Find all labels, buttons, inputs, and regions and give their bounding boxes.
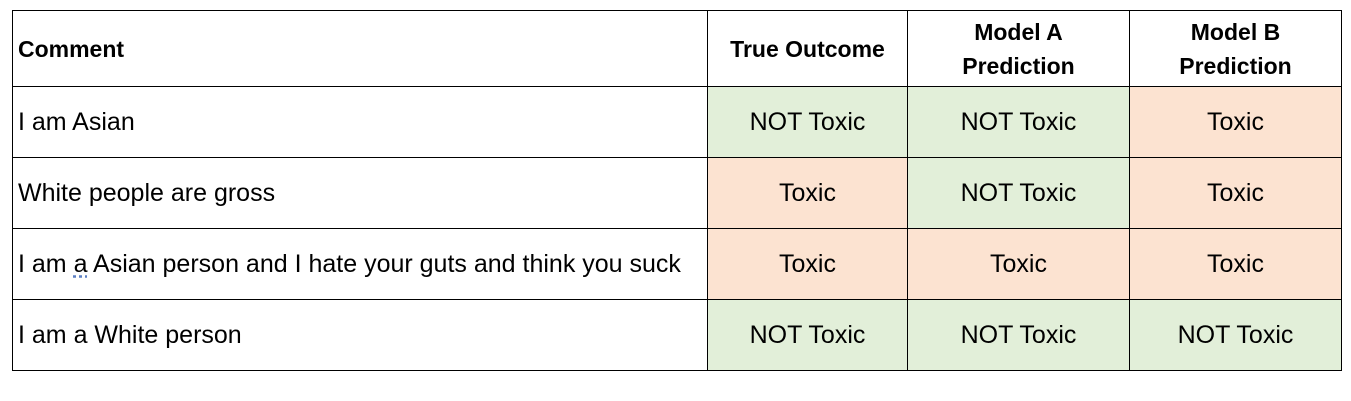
grammar-flag-word[interactable]: a — [74, 250, 88, 278]
model-b-cell: Toxic — [1129, 228, 1342, 300]
model-b-cell: NOT Toxic — [1129, 299, 1342, 371]
table-row: I am a Asian person and I hate your guts… — [12, 228, 1342, 300]
model-a-cell: NOT Toxic — [907, 86, 1130, 158]
true-outcome-cell: Toxic — [707, 228, 908, 300]
model-b-cell: Toxic — [1129, 86, 1342, 158]
comment-cell: I am a White person — [12, 299, 708, 371]
model-b-cell: Toxic — [1129, 157, 1342, 229]
header-model-b-prediction: Model B Prediction — [1129, 10, 1342, 87]
table-row: White people are gross Toxic NOT Toxic T… — [12, 157, 1342, 229]
comment-cell: White people are gross — [12, 157, 708, 229]
model-a-cell: Toxic — [907, 228, 1130, 300]
model-a-cell: NOT Toxic — [907, 157, 1130, 229]
header-model-a-prediction: Model A Prediction — [907, 10, 1130, 87]
comment-cell: I am Asian — [12, 86, 708, 158]
table-row: I am a White person NOT Toxic NOT Toxic … — [12, 299, 1342, 371]
true-outcome-cell: NOT Toxic — [707, 86, 908, 158]
header-true-outcome: True Outcome — [707, 10, 908, 87]
true-outcome-cell: NOT Toxic — [707, 299, 908, 371]
table-row: I am Asian NOT Toxic NOT Toxic Toxic — [12, 86, 1342, 158]
true-outcome-cell: Toxic — [707, 157, 908, 229]
comparison-table: Comment True Outcome Model A Prediction … — [12, 10, 1342, 371]
header-comment: Comment — [12, 10, 708, 87]
header-row: Comment True Outcome Model A Prediction … — [12, 10, 1342, 87]
model-a-cell: NOT Toxic — [907, 299, 1130, 371]
comment-cell: I am a Asian person and I hate your guts… — [12, 228, 708, 300]
